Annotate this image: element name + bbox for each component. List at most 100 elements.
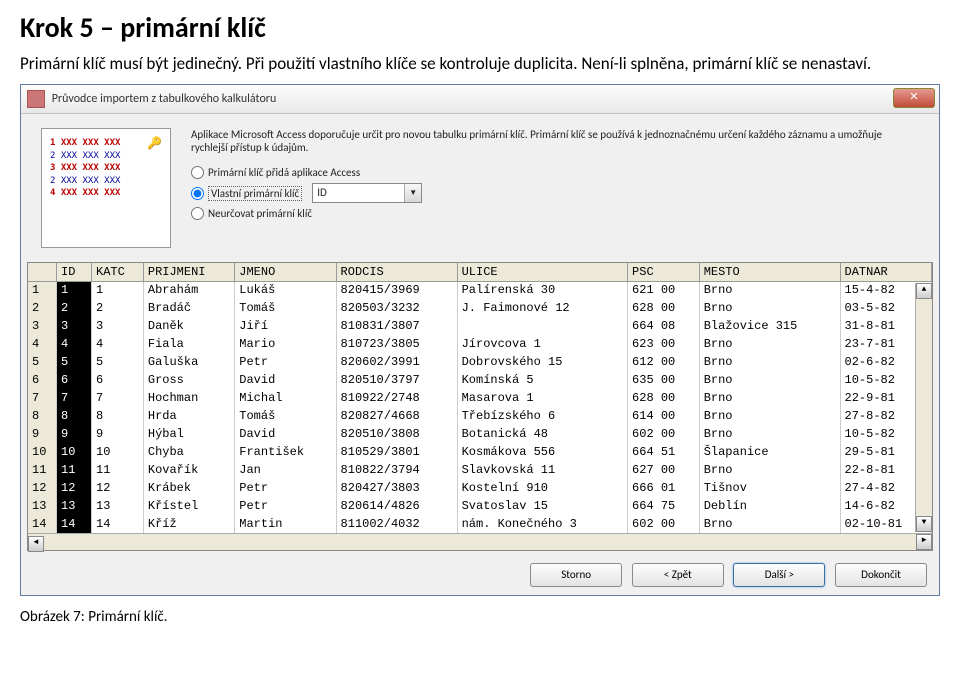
row-header[interactable]: 2 bbox=[28, 299, 57, 317]
row-header[interactable]: 5 bbox=[28, 353, 57, 371]
row-header[interactable]: 13 bbox=[28, 497, 57, 515]
preview-grid: IDKATCPRIJMENIJMENORODCISULICEPSCMESTODA… bbox=[27, 262, 933, 551]
radio-own-pk[interactable] bbox=[191, 187, 204, 200]
vertical-scrollbar[interactable]: ▲ ▼ bbox=[915, 283, 932, 532]
cell-id: 1 bbox=[57, 281, 92, 299]
illus-row: 2 XXX XXX XXX bbox=[50, 175, 162, 188]
cell-id: 8 bbox=[57, 407, 92, 425]
horizontal-scrollbar[interactable]: ◄ ► bbox=[28, 533, 932, 550]
cell: 820503/3232 bbox=[336, 299, 457, 317]
app-icon bbox=[27, 90, 45, 108]
radio-access-pk[interactable] bbox=[191, 166, 204, 179]
table-row[interactable]: 555GaluškaPetr820602/3991Dobrovského 156… bbox=[28, 353, 932, 371]
illus-row: 1 XXX XXX XXX bbox=[50, 137, 162, 150]
column-header[interactable]: PRIJMENI bbox=[143, 263, 234, 281]
table-row[interactable]: 222BradáčTomáš820503/3232J. Faimonové 12… bbox=[28, 299, 932, 317]
pk-field-combo[interactable]: ID ▼ bbox=[312, 183, 422, 203]
cell: 621 00 bbox=[628, 281, 700, 299]
table-row[interactable]: 111AbrahámLukáš820415/3969Palírenská 306… bbox=[28, 281, 932, 299]
cell: Brno bbox=[699, 353, 840, 371]
table-row[interactable]: 999HýbalDavid820510/3808Botanická 48602 … bbox=[28, 425, 932, 443]
table-row[interactable]: 777HochmanMichal810922/2748Masarova 1628… bbox=[28, 389, 932, 407]
table-row[interactable]: 444FialaMario810723/3805Jírovcova 1623 0… bbox=[28, 335, 932, 353]
table-row[interactable]: 888HrdaTomáš820827/4668Třebízského 6614 … bbox=[28, 407, 932, 425]
scroll-left-icon[interactable]: ◄ bbox=[28, 536, 44, 552]
row-header[interactable]: 10 bbox=[28, 443, 57, 461]
cell: Kovařík bbox=[143, 461, 234, 479]
cell: 5 bbox=[92, 353, 144, 371]
cell: Lukáš bbox=[235, 281, 336, 299]
cell: 627 00 bbox=[628, 461, 700, 479]
row-header[interactable]: 1 bbox=[28, 281, 57, 299]
cell: 811002/4032 bbox=[336, 515, 457, 533]
table-row[interactable]: 111111KovaříkJan810822/3794Slavkovská 11… bbox=[28, 461, 932, 479]
row-header[interactable]: 8 bbox=[28, 407, 57, 425]
cancel-button[interactable]: Storno bbox=[530, 563, 622, 587]
cell: Martin bbox=[235, 515, 336, 533]
cell: Brno bbox=[699, 425, 840, 443]
cell: 810822/3794 bbox=[336, 461, 457, 479]
close-button[interactable]: ✕ bbox=[893, 88, 935, 108]
illus-row: 2 XXX XXX XXX bbox=[50, 150, 162, 163]
cell-id: 14 bbox=[57, 515, 92, 533]
cell: 12 bbox=[92, 479, 144, 497]
row-header[interactable]: 7 bbox=[28, 389, 57, 407]
row-header[interactable]: 14 bbox=[28, 515, 57, 533]
cell: Brno bbox=[699, 515, 840, 533]
column-header[interactable]: JMENO bbox=[235, 263, 336, 281]
cell bbox=[457, 317, 627, 335]
row-header[interactable]: 12 bbox=[28, 479, 57, 497]
cell: 820614/4826 bbox=[336, 497, 457, 515]
cell: 602 00 bbox=[628, 425, 700, 443]
table-row[interactable]: 141414KřížMartin811002/4032nám. Konečnéh… bbox=[28, 515, 932, 533]
table-row[interactable]: 121212KrábekPetr820427/3803Kostelní 9106… bbox=[28, 479, 932, 497]
row-header[interactable]: 11 bbox=[28, 461, 57, 479]
column-header[interactable]: RODCIS bbox=[336, 263, 457, 281]
table-row[interactable]: 666GrossDavid820510/3797Komínská 5635 00… bbox=[28, 371, 932, 389]
column-header[interactable]: ULICE bbox=[457, 263, 627, 281]
radio-no-pk[interactable] bbox=[191, 207, 204, 220]
back-button[interactable]: < Zpět bbox=[632, 563, 724, 587]
column-header[interactable]: MESTO bbox=[699, 263, 840, 281]
cell: 820602/3991 bbox=[336, 353, 457, 371]
cell: Mario bbox=[235, 335, 336, 353]
cell: Petr bbox=[235, 479, 336, 497]
table-row[interactable]: 131313KřístelPetr820614/4826Svatoslav 15… bbox=[28, 497, 932, 515]
cell: Jan bbox=[235, 461, 336, 479]
row-header[interactable]: 4 bbox=[28, 335, 57, 353]
column-header[interactable]: KATC bbox=[92, 263, 144, 281]
cell: 664 75 bbox=[628, 497, 700, 515]
row-header[interactable]: 9 bbox=[28, 425, 57, 443]
cell: Abrahám bbox=[143, 281, 234, 299]
window-title: Průvodce importem z tabulkového kalkulát… bbox=[52, 92, 277, 106]
table-row[interactable]: 101010ChybaFrantišek810529/3801Kosmákova… bbox=[28, 443, 932, 461]
cell: 4 bbox=[92, 335, 144, 353]
cell: Tomáš bbox=[235, 299, 336, 317]
cell: 7 bbox=[92, 389, 144, 407]
cell: 628 00 bbox=[628, 389, 700, 407]
cell-id: 2 bbox=[57, 299, 92, 317]
cell: David bbox=[235, 371, 336, 389]
column-header[interactable]: ID bbox=[57, 263, 92, 281]
cell: 602 00 bbox=[628, 515, 700, 533]
table-row[interactable]: 333DaněkJiří810831/3807664 08Blažovice 3… bbox=[28, 317, 932, 335]
page-heading: Krok 5 – primární klíč bbox=[20, 10, 940, 45]
column-header[interactable]: PSC bbox=[628, 263, 700, 281]
finish-button[interactable]: Dokončit bbox=[835, 563, 927, 587]
scroll-up-icon[interactable]: ▲ bbox=[916, 283, 932, 299]
row-header[interactable]: 3 bbox=[28, 317, 57, 335]
chevron-down-icon[interactable]: ▼ bbox=[404, 184, 421, 202]
column-header[interactable]: DATNAR bbox=[840, 263, 931, 281]
scroll-down-icon[interactable]: ▼ bbox=[916, 516, 932, 532]
cell-id: 4 bbox=[57, 335, 92, 353]
cell: Slavkovská 11 bbox=[457, 461, 627, 479]
row-header[interactable]: 6 bbox=[28, 371, 57, 389]
scroll-right-icon[interactable]: ► bbox=[916, 534, 932, 550]
next-button[interactable]: Další > bbox=[733, 563, 825, 587]
cell: 628 00 bbox=[628, 299, 700, 317]
cell: 10 bbox=[92, 443, 144, 461]
cell-id: 13 bbox=[57, 497, 92, 515]
cell: Brno bbox=[699, 407, 840, 425]
cell: 9 bbox=[92, 425, 144, 443]
cell: Galuška bbox=[143, 353, 234, 371]
